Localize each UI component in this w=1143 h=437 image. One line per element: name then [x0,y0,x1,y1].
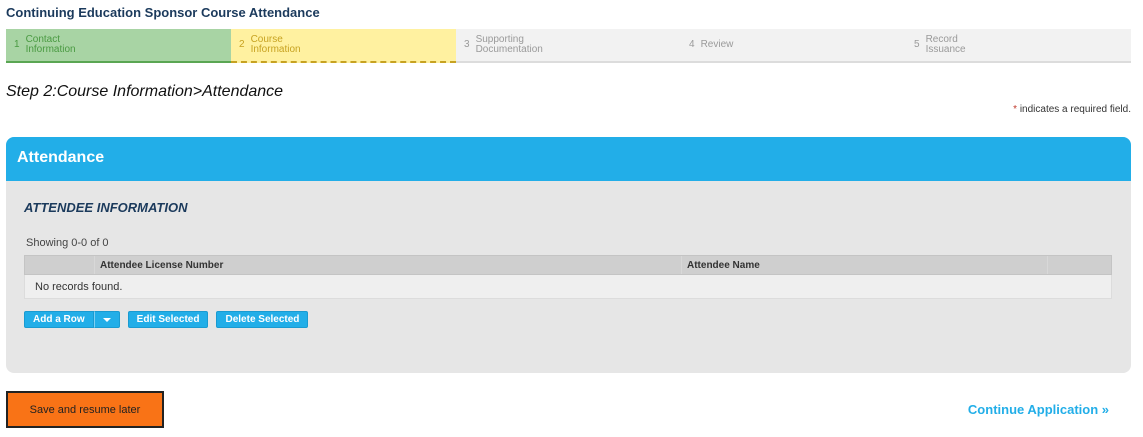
step-contact-information: 1 Contact Information [6,29,231,63]
column-header-license-number[interactable]: Attendee License Number [95,256,682,274]
step-course-information: 2 Course Information [231,29,456,63]
section-title: ATTENDEE INFORMATION [24,200,188,215]
step-number: 2 [239,39,245,50]
step-supporting-documentation: 3 Supporting Documentation [456,29,681,61]
step-number: 5 [914,39,920,50]
page-title: Continuing Education Sponsor Course Atte… [6,5,320,20]
attendance-panel: Attendance ATTENDEE INFORMATION Showing … [6,137,1131,373]
step-label: Contact Information [25,34,76,55]
step-number: 1 [14,39,20,50]
table-header: Attendee License Number Attendee Name [24,255,1112,275]
add-row-split-button: Add a Row [24,311,120,328]
record-count: Showing 0-0 of 0 [26,237,109,249]
required-star: * [1013,104,1018,115]
progress-stepper: 1 Contact Information 2 Course Informati… [6,29,1131,63]
chevron-down-icon [102,317,111,322]
table-actions: Add a Row Edit Selected Delete Selected [24,311,309,328]
step-heading: Step 2:Course Information>Attendance [6,83,284,100]
step-number: 4 [689,39,695,50]
add-row-dropdown-button[interactable] [93,311,120,328]
column-header-attendee-name[interactable]: Attendee Name [682,256,1048,274]
step-review: 4 Review [681,29,906,61]
attendee-table: Attendee License Number Attendee Name No… [24,255,1112,299]
step-number: 3 [464,39,470,50]
select-column-header [25,256,95,274]
action-column-header [1048,256,1111,274]
edit-selected-button[interactable]: Edit Selected [127,311,209,328]
empty-row: No records found. [24,275,1112,299]
step-label: Record Issuance [925,34,966,55]
required-note-text: indicates a required field. [1019,104,1131,115]
delete-selected-button[interactable]: Delete Selected [216,311,309,328]
continue-application-link[interactable]: Continue Application » [968,402,1109,417]
save-and-resume-button[interactable]: Save and resume later [6,391,164,428]
step-label: Supporting Documentation [475,34,543,55]
panel-title: Attendance [6,137,1131,181]
step-record-issuance: 5 Record Issuance [906,29,1131,61]
step-label: Course Information [250,34,301,55]
step-label: Review [700,39,734,50]
add-row-button[interactable]: Add a Row [24,311,94,328]
required-field-note: * indicates a required field. [1013,104,1131,115]
